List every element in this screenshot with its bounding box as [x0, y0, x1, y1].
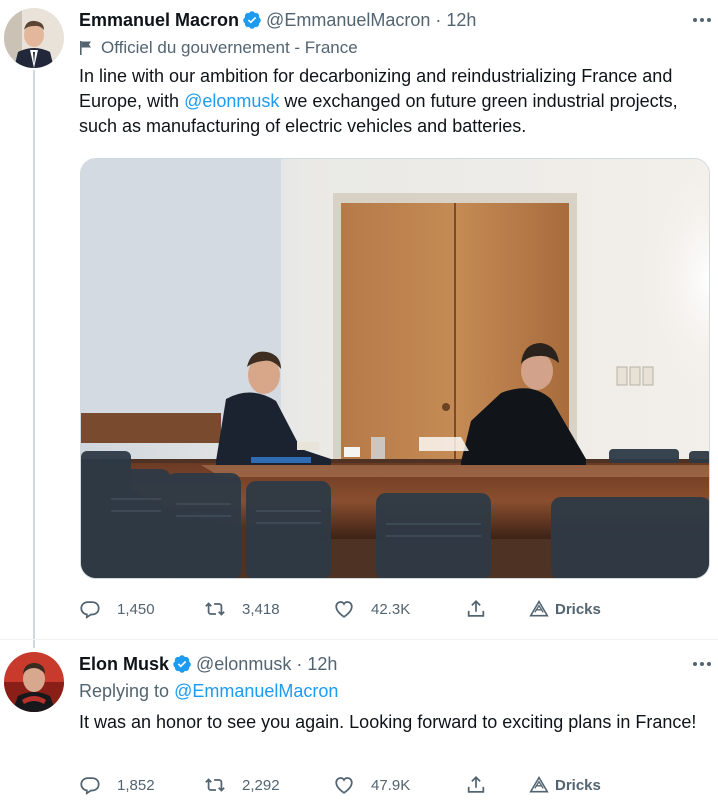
- like-count: 42.3K: [371, 600, 411, 618]
- retweet-count: 2,292: [242, 776, 280, 794]
- tweet-macron[interactable]: Emmanuel Macron @EmmanuelMacron · 12h Of…: [0, 0, 718, 640]
- tweet-text: It was an honor to see you again. Lookin…: [79, 712, 697, 732]
- share-button[interactable]: [465, 597, 503, 621]
- avatar-macron[interactable]: [4, 8, 64, 68]
- replying-to-prefix: Replying to: [79, 681, 175, 701]
- handle[interactable]: @elonmusk: [196, 654, 291, 675]
- like-count: 47.9K: [371, 776, 411, 794]
- tweet-actions: 1,852 2,292 47.9K Dricks: [79, 773, 718, 797]
- retweet-count: 3,418: [242, 600, 280, 618]
- tweet-actions: 1,450 3,418 42.3K Dricks: [79, 597, 718, 621]
- like-button[interactable]: 47.9K: [333, 773, 410, 797]
- handle[interactable]: @EmmanuelMacron: [266, 10, 430, 31]
- drick-button[interactable]: Dricks: [529, 773, 601, 797]
- replying-to-link[interactable]: @EmmanuelMacron: [174, 681, 338, 701]
- reply-button[interactable]: 1,450: [79, 597, 155, 621]
- more-options-button[interactable]: [690, 654, 714, 674]
- replying-to-line: Replying to @EmmanuelMacron: [79, 681, 708, 705]
- timestamp[interactable]: 12h: [307, 654, 337, 675]
- flag-icon: [80, 41, 91, 55]
- reply-count: 1,450: [117, 600, 155, 618]
- display-name[interactable]: Emmanuel Macron: [79, 10, 239, 31]
- retweet-icon: [205, 778, 225, 792]
- tweet-musk-reply[interactable]: Elon Musk @elonmusk · 12h Replying to @E…: [0, 640, 718, 803]
- timestamp[interactable]: 12h: [446, 10, 476, 31]
- drick-label: Dricks: [555, 776, 601, 794]
- retweet-button[interactable]: 3,418: [204, 597, 280, 621]
- retweet-icon: [205, 602, 225, 616]
- mention-link[interactable]: @elonmusk: [184, 91, 279, 111]
- share-button[interactable]: [465, 773, 503, 797]
- more-options-button[interactable]: [690, 10, 714, 30]
- drick-button[interactable]: Dricks: [529, 597, 601, 621]
- reply-icon: [80, 601, 100, 619]
- verified-badge-icon: [243, 11, 261, 29]
- verified-badge-icon: [173, 655, 191, 673]
- avatar-musk[interactable]: [4, 652, 64, 712]
- drick-triangle-icon: [529, 775, 549, 793]
- reply-button[interactable]: 1,852: [79, 773, 155, 797]
- like-button[interactable]: 42.3K: [333, 597, 410, 621]
- retweet-button[interactable]: 2,292: [204, 773, 280, 797]
- share-icon: [467, 775, 485, 793]
- tweet-text: In line with our ambition for decarboniz…: [79, 64, 708, 139]
- reply-count: 1,852: [117, 776, 155, 794]
- drick-triangle-icon: [529, 599, 549, 617]
- reply-icon: [80, 777, 100, 795]
- affiliation-text: Officiel du gouvernement - France: [101, 38, 358, 57]
- separator-dot: ·: [435, 9, 442, 30]
- meeting-photo: [81, 159, 709, 578]
- drick-label: Dricks: [555, 600, 601, 618]
- heart-icon: [335, 601, 353, 618]
- display-name[interactable]: Elon Musk: [79, 654, 169, 675]
- tweet-photo[interactable]: [80, 158, 710, 579]
- more-icon: [693, 18, 711, 22]
- affiliation-label: Officiel du gouvernement - France: [79, 37, 708, 59]
- more-icon: [693, 662, 711, 666]
- separator-dot: ·: [296, 653, 303, 674]
- share-icon: [467, 599, 485, 617]
- heart-icon: [335, 777, 353, 794]
